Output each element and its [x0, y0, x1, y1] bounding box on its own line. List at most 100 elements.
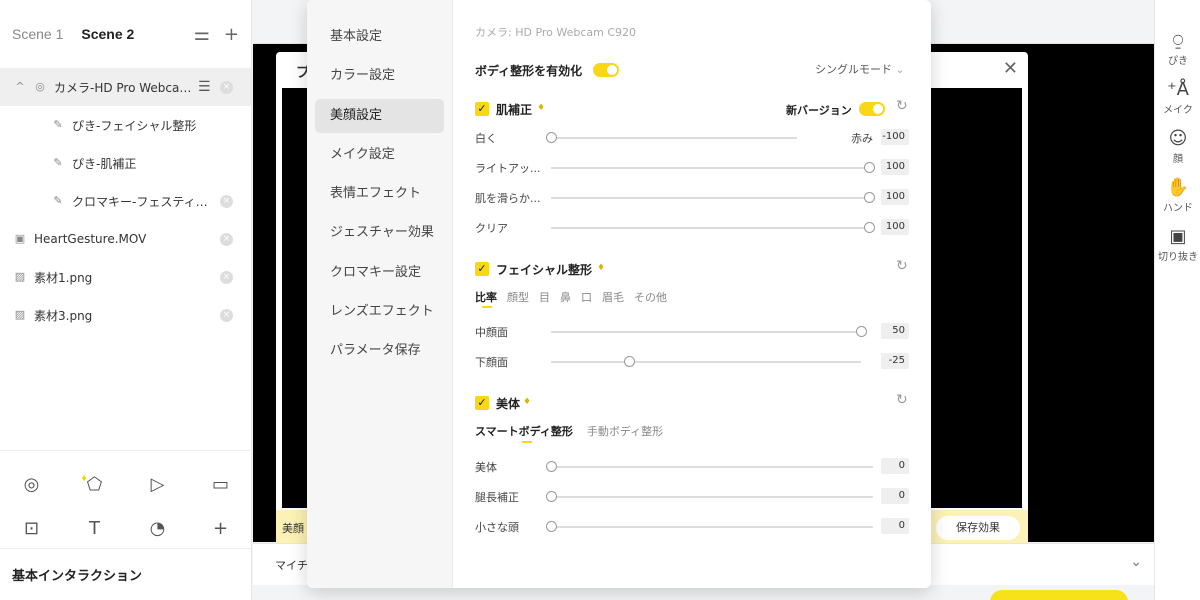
- slider-knob[interactable]: [546, 491, 557, 502]
- menu-beauty-settings[interactable]: 美顔設定: [315, 98, 444, 133]
- facial-checkbox[interactable]: ✓: [475, 262, 489, 276]
- premium-icon: ♦: [597, 263, 606, 273]
- menu-gesture-effects[interactable]: ジェスチャー効果: [315, 216, 444, 250]
- slider-knob[interactable]: [546, 132, 557, 143]
- remove-icon[interactable]: ×: [220, 80, 233, 94]
- new-version-toggle[interactable]: [859, 102, 885, 116]
- tab-scene-1[interactable]: Scene 1: [12, 26, 63, 42]
- source-item-camera[interactable]: ^ ◎ カメラ-HD Pro Webcam ... ☰ ×: [0, 68, 251, 106]
- menu-chroma-key[interactable]: クロマキー設定: [315, 256, 444, 290]
- remove-icon[interactable]: ×: [220, 270, 233, 284]
- save-effect-button[interactable]: 保存効果: [936, 516, 1020, 540]
- menu-basic-settings[interactable]: 基本設定: [315, 20, 444, 54]
- effect-icon: ✎: [53, 156, 63, 169]
- slider-value[interactable]: 50: [881, 323, 909, 339]
- slider-track[interactable]: [551, 526, 873, 528]
- slider-value[interactable]: 100: [881, 159, 909, 175]
- slider-label: 白く: [475, 132, 497, 145]
- sticker-source-icon[interactable]: ◔: [146, 517, 170, 541]
- facial-tabs: 比率 顔型 目 鼻 口 眉毛 その他: [475, 289, 667, 305]
- add-scene-icon[interactable]: +: [224, 24, 239, 45]
- source-item-video[interactable]: ▣ HeartGesture.MOV ×: [0, 220, 251, 258]
- slider-knob[interactable]: [623, 356, 635, 367]
- screen-cast-icon[interactable]: ▭: [209, 473, 233, 497]
- menu-save-parameters[interactable]: パラメータ保存: [315, 334, 444, 368]
- slider-value[interactable]: -100: [881, 129, 909, 145]
- menu-lens-effects[interactable]: レンズエフェクト: [315, 295, 444, 329]
- remove-icon[interactable]: ×: [220, 194, 233, 208]
- reset-icon[interactable]: ↻: [896, 392, 908, 408]
- slider-value[interactable]: 100: [881, 189, 909, 205]
- remove-icon[interactable]: ×: [220, 232, 233, 246]
- active-tab-indicator: [522, 441, 532, 443]
- slider-track[interactable]: [551, 227, 869, 229]
- close-icon[interactable]: ✕: [1003, 58, 1018, 79]
- mode-value: シングルモード: [815, 63, 892, 76]
- menu-expression-effects[interactable]: 表情エフェクト: [315, 177, 444, 211]
- tab-nose[interactable]: 鼻: [560, 289, 571, 305]
- mode-select[interactable]: シングルモード ⌄: [815, 61, 905, 77]
- reset-icon[interactable]: ↻: [896, 258, 908, 274]
- source-item-facial[interactable]: ✎ ぴき-フェイシャル整形: [0, 106, 251, 144]
- slider-track[interactable]: [551, 331, 861, 333]
- skin-checkbox[interactable]: ✓: [475, 102, 489, 116]
- tab-face-shape[interactable]: 顔型: [507, 289, 529, 305]
- slider-knob[interactable]: [864, 222, 875, 233]
- source-item-image-1[interactable]: ▨ 素材1.png ×: [0, 258, 251, 296]
- slider-value[interactable]: 100: [881, 219, 909, 235]
- tab-eyes[interactable]: 目: [539, 289, 550, 305]
- chevron-up-icon[interactable]: ^: [14, 81, 26, 93]
- slider-track[interactable]: [551, 361, 861, 363]
- slider-knob[interactable]: [864, 162, 875, 173]
- slider-track[interactable]: [551, 137, 797, 139]
- cutout-tool[interactable]: ▣ 切り抜き: [1155, 226, 1200, 263]
- video-source-icon[interactable]: ▷: [146, 473, 170, 497]
- tab-others[interactable]: その他: [634, 289, 667, 305]
- pikki-tool[interactable]: ⍜ ぴき: [1155, 30, 1200, 67]
- interaction-source-icon[interactable]: ♦ ⬠: [81, 473, 107, 497]
- scene-settings-icon[interactable]: ⚌: [194, 24, 210, 45]
- menu-makeup-settings[interactable]: メイク設定: [315, 138, 444, 172]
- body-checkbox[interactable]: ✓: [475, 396, 489, 410]
- go-live-button[interactable]: [990, 590, 1128, 600]
- slider-value[interactable]: 0: [881, 518, 909, 534]
- capture-source-icon[interactable]: ⊡: [20, 517, 44, 541]
- source-item-image-3[interactable]: ▨ 素材3.png ×: [0, 296, 251, 334]
- menu-color-settings[interactable]: カラー設定: [315, 59, 444, 93]
- slider-track[interactable]: [551, 496, 873, 498]
- slider-knob[interactable]: [856, 326, 867, 337]
- tab-smart-body[interactable]: スマートボディ整形: [475, 423, 573, 439]
- slider-track[interactable]: [551, 466, 873, 468]
- remove-icon[interactable]: ×: [220, 308, 233, 322]
- source-label: ぴき-肌補正: [72, 156, 137, 171]
- slider-knob[interactable]: [864, 192, 875, 203]
- slider-value[interactable]: 0: [881, 458, 909, 474]
- slider-track[interactable]: [551, 167, 869, 169]
- makeup-tool[interactable]: ⁺Å メイク: [1155, 79, 1200, 116]
- chevron-down-icon[interactable]: ⌄: [1130, 554, 1142, 570]
- slider-label: ライトアッ...: [475, 162, 541, 175]
- slider-value[interactable]: -25: [881, 353, 909, 369]
- tab-ratio[interactable]: 比率: [475, 289, 497, 305]
- tab-manual-body[interactable]: 手動ボディ整形: [587, 423, 663, 439]
- source-label: カメラ-HD Pro Webcam ...: [54, 80, 192, 95]
- source-item-chroma[interactable]: ✎ クロマキー-フェスティバ... ×: [0, 182, 251, 220]
- source-item-skin[interactable]: ✎ ぴき-肌補正: [0, 144, 251, 182]
- reset-icon[interactable]: ↻: [896, 98, 908, 114]
- tab-eyebrows[interactable]: 眉毛: [602, 289, 624, 305]
- slider-track[interactable]: [551, 197, 869, 199]
- hand-tool[interactable]: ✋ ハンド: [1155, 177, 1200, 214]
- tab-scene-2[interactable]: Scene 2: [81, 26, 134, 42]
- slider-knob[interactable]: [546, 521, 557, 532]
- text-source-icon[interactable]: T: [83, 517, 107, 541]
- camera-source-icon[interactable]: ◎: [20, 473, 44, 497]
- tab-mouth[interactable]: 口: [581, 289, 592, 305]
- slider-knob[interactable]: [546, 461, 557, 472]
- add-source-icon[interactable]: +: [209, 517, 233, 541]
- menu-icon[interactable]: ☰: [198, 79, 211, 95]
- slider-right-label: 赤み: [851, 132, 873, 145]
- face-tool[interactable]: ☺ 顔: [1155, 128, 1200, 165]
- skin-title: 肌補正: [496, 103, 533, 117]
- slider-value[interactable]: 0: [881, 488, 909, 504]
- body-toggle[interactable]: [593, 63, 619, 77]
